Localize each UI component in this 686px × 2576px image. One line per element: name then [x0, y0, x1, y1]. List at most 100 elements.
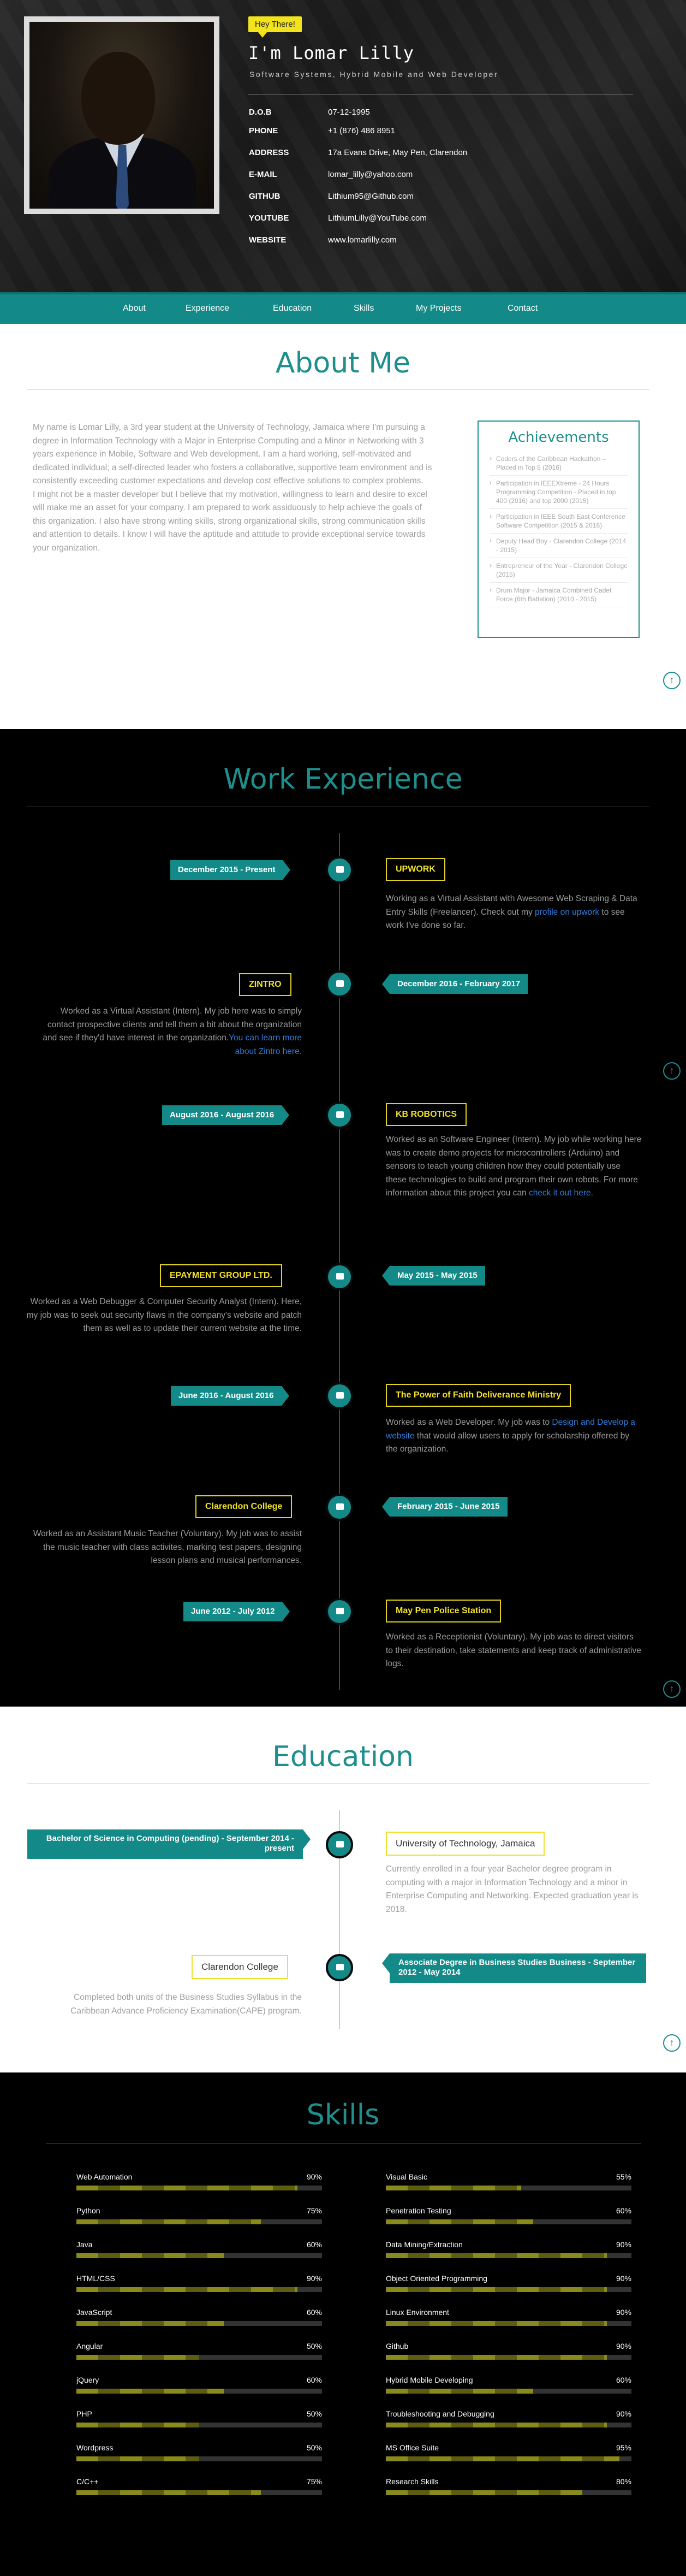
skill-percent: 90% — [616, 2409, 631, 2418]
skill-percent: 60% — [306, 2308, 322, 2317]
about-paragraph: My name is Lomar Lilly, a 3rd year stude… — [33, 423, 432, 485]
achievements-title: Achievements — [508, 429, 609, 446]
skill-progress-track — [76, 2186, 322, 2190]
skill-name: Wordpress — [76, 2443, 114, 2452]
date-label: August 2016 - August 2016 — [162, 1105, 290, 1125]
skill-progress-fill — [76, 2389, 224, 2394]
skill-name: Hybrid Mobile Developing — [386, 2376, 473, 2384]
info-value: +1 (876) 486 8951 — [328, 126, 396, 135]
scroll-up-icon[interactable]: ↑ — [663, 672, 681, 689]
skill-progress-track — [386, 2219, 631, 2224]
nav-my-projects[interactable]: My Projects — [416, 304, 462, 313]
skill-percent: 90% — [616, 2274, 631, 2283]
scroll-up-icon[interactable]: ↑ — [663, 2034, 681, 2052]
skill-percent: 55% — [616, 2172, 631, 2181]
skill-progress-track — [386, 2490, 631, 2495]
skill-progress-fill — [386, 2219, 533, 2224]
degree-label: Bachelor of Science in Computing (pendin… — [27, 1829, 311, 1859]
about-section: About Me My name is Lomar Lilly, a 3rd y… — [0, 324, 686, 729]
company-name: ZINTRO — [239, 973, 291, 996]
scroll-up-icon[interactable]: ↑ — [663, 1062, 681, 1080]
skill-name: Linux Environment — [386, 2308, 449, 2317]
company-name: KB ROBOTICS — [386, 1103, 467, 1126]
company-name: The Power of Faith Deliverance Ministry — [386, 1384, 571, 1407]
achievement-item: Drum Major - Jamaica Combined Cadet Forc… — [490, 583, 628, 607]
profile-photo — [24, 16, 219, 214]
skill-name: Object Oriented Programming — [386, 2274, 487, 2283]
job-description: Worked as an Assistant Music Teacher (Vo… — [33, 1529, 302, 1565]
skill-progress-track — [386, 2355, 631, 2360]
skill-name: MS Office Suite — [386, 2443, 439, 2452]
info-value[interactable]: Lithium95@Github.com — [328, 192, 414, 201]
skill-progress-fill — [386, 2456, 619, 2461]
skill-progress-track — [76, 2456, 322, 2461]
skill-progress-fill — [76, 2219, 261, 2224]
skill-progress-fill — [386, 2287, 607, 2292]
skill-progress-track — [76, 2355, 322, 2360]
upwork-profile-link[interactable]: profile on upwork — [535, 908, 599, 917]
info-label: ADDRESS — [249, 148, 289, 157]
nav-about[interactable]: About — [123, 304, 146, 313]
skill-progress-track — [76, 2287, 322, 2292]
briefcase-icon — [326, 1598, 353, 1625]
job-description: Worked as a Web Developer. My job was to… — [386, 1418, 635, 1454]
skill-name: jQuery — [76, 2376, 99, 2384]
info-value[interactable]: LithiumLilly@YouTube.com — [328, 214, 427, 223]
nav-education[interactable]: Education — [273, 304, 312, 313]
skill-progress-track — [386, 2389, 631, 2394]
skill-name: Data Mining/Extraction — [386, 2240, 463, 2249]
company-name: EPAYMENT GROUP LTD. — [160, 1264, 282, 1287]
skill-progress-fill — [76, 2355, 199, 2360]
skill-percent: 75% — [306, 2477, 322, 2486]
date-label: December 2015 - Present — [170, 860, 291, 880]
skill-progress-fill — [76, 2456, 199, 2461]
job-description: Worked as an Software Engineer (Intern).… — [386, 1135, 642, 1198]
nav-contact[interactable]: Contact — [508, 304, 538, 313]
info-label: D.O.B — [249, 108, 272, 117]
info-value[interactable]: lomar_lilly@yahoo.com — [328, 170, 413, 179]
skill-progress-fill — [386, 2389, 533, 2394]
scroll-up-icon[interactable]: ↑ — [663, 1680, 681, 1698]
job-description: Working as a Virtual Assistant with Awes… — [386, 894, 637, 930]
hero-header: Hey There! I'm Lomar Lilly Software Syst… — [0, 0, 686, 292]
skill-progress-fill — [386, 2253, 607, 2258]
skill-percent: 60% — [306, 2376, 322, 2384]
skill-name: PHP — [76, 2409, 92, 2418]
nav-skills[interactable]: Skills — [354, 304, 374, 313]
skill-percent: 60% — [306, 2240, 322, 2249]
timeline-line — [339, 833, 340, 1690]
skill-progress-track — [386, 2321, 631, 2326]
skill-percent: 95% — [616, 2443, 631, 2452]
info-label: E-MAIL — [249, 170, 277, 179]
section-title: Work Experience — [223, 763, 463, 796]
kb-robotics-link[interactable]: check it out here. — [529, 1188, 593, 1198]
date-label: February 2015 - June 2015 — [382, 1497, 508, 1517]
briefcase-icon — [326, 1494, 353, 1521]
date-label: June 2016 - August 2016 — [171, 1386, 289, 1406]
divider — [46, 2143, 641, 2144]
zintro-link[interactable]: You can learn more about Zintro here. — [229, 1033, 302, 1056]
date-label: June 2012 - July 2012 — [183, 1602, 290, 1621]
graduation-cap-icon — [326, 1831, 353, 1858]
skill-percent: 90% — [616, 2342, 631, 2350]
briefcase-icon — [326, 970, 353, 998]
section-title: Skills — [306, 2099, 380, 2131]
skill-name: Visual Basic — [386, 2172, 428, 2181]
skill-progress-track — [386, 2456, 631, 2461]
info-value: 07-12-1995 — [328, 108, 370, 117]
skill-percent: 90% — [306, 2274, 322, 2283]
nav-experience[interactable]: Experience — [186, 304, 229, 313]
divider — [27, 389, 649, 390]
skill-name: Python — [76, 2206, 100, 2215]
skill-name: JavaScript — [76, 2308, 112, 2317]
skill-percent: 90% — [306, 2172, 322, 2181]
skill-progress-fill — [386, 2186, 521, 2190]
work-experience-section: Work Experience December 2015 - Present … — [0, 729, 686, 1707]
achievements-box: Achievements Coders of the Caribbean Hac… — [478, 421, 640, 638]
skill-progress-fill — [76, 2490, 261, 2495]
education-section: Education Bachelor of Science in Computi… — [0, 1707, 686, 2072]
info-value[interactable]: www.lomarlilly.com — [328, 235, 397, 245]
about-paragraph: I might not be a master developer but I … — [33, 489, 427, 553]
skill-progress-fill — [76, 2423, 199, 2427]
skill-progress-fill — [76, 2321, 224, 2326]
